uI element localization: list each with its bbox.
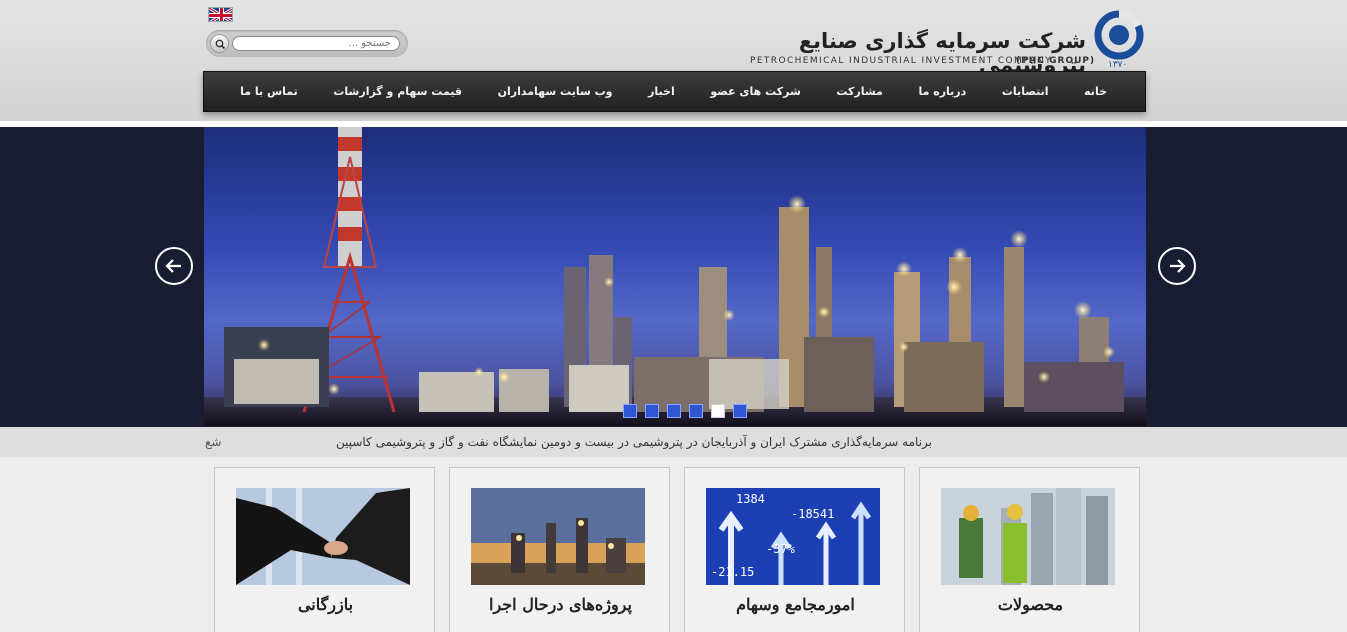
svg-text:-21.15: -21.15 xyxy=(711,565,754,579)
news-ticker: شع برنامه سرمایه‌گذاری مشترک ایران و آذر… xyxy=(0,427,1347,457)
slider-dot[interactable] xyxy=(689,404,703,418)
nav-item-stock-reports[interactable]: قیمت سهام و گزارشات xyxy=(333,85,462,98)
search-box xyxy=(206,30,408,57)
logo-year: ۱۳۷۰ xyxy=(1108,60,1128,70)
card-commerce[interactable]: بازرگانی xyxy=(214,467,435,632)
card-image xyxy=(941,488,1115,585)
card-projects[interactable]: پروژه‌های درحال اجرا xyxy=(449,467,670,632)
svg-text:1384: 1384 xyxy=(736,492,765,506)
main-nav: خانه انتصابات درباره ما مشارکت شرکت های … xyxy=(203,71,1146,112)
ticker-headline[interactable]: برنامه سرمایه‌گذاری مشترک ایران و آذربای… xyxy=(300,435,932,449)
slider-dot[interactable] xyxy=(645,404,659,418)
card-image xyxy=(236,488,410,585)
company-logo[interactable] xyxy=(1094,9,1144,60)
svg-text:-18541: -18541 xyxy=(791,507,834,521)
slider-dot[interactable] xyxy=(623,404,637,418)
brand-group: (PIIC GROUP) xyxy=(1016,56,1096,66)
slider-next-button[interactable] xyxy=(1158,247,1196,285)
card-title: محصولات xyxy=(997,595,1064,614)
slider-dots xyxy=(623,404,747,418)
nav-item-home[interactable]: خانه xyxy=(1084,85,1107,98)
nav-item-news[interactable]: اخبار xyxy=(648,85,675,98)
card-title: پروژه‌های درحال اجرا xyxy=(489,595,632,614)
ticker-edge-text[interactable]: شع xyxy=(205,435,221,449)
card-shares[interactable]: 1384 -18541 -37% -21.15 امورمجامع وسهام xyxy=(684,467,905,632)
card-image: 1384 -18541 -37% -21.15 xyxy=(706,488,880,585)
nav-item-appointments[interactable]: انتصابات xyxy=(1002,85,1049,98)
arrow-right-icon xyxy=(1170,259,1186,273)
nav-item-partnership[interactable]: مشارکت xyxy=(836,85,883,98)
slider-dot[interactable] xyxy=(667,404,681,418)
card-image xyxy=(471,488,645,585)
arrow-left-icon xyxy=(165,259,181,273)
card-title: بازرگانی xyxy=(297,595,354,614)
brand-subtitle: PETROCHEMICAL INDUSTRIAL INVESTMENT COMP… xyxy=(750,56,1053,66)
nav-item-shareholders-site[interactable]: وب سایت سهامداران xyxy=(498,85,613,98)
slider-dot[interactable] xyxy=(733,404,747,418)
slider-dot-active[interactable] xyxy=(711,404,725,418)
card-products[interactable]: محصولات xyxy=(919,467,1140,632)
search-input[interactable] xyxy=(232,36,400,51)
slider-prev-button[interactable] xyxy=(155,247,193,285)
svg-text:-37%: -37% xyxy=(766,542,796,556)
nav-item-member-companies[interactable]: شرکت های عضو xyxy=(710,85,800,98)
brand-title: شرکت سرمایه گذاری صنایع پتروشیمی xyxy=(798,29,1086,77)
nav-item-contact[interactable]: تماس با ما xyxy=(240,85,298,98)
uk-flag-icon[interactable] xyxy=(208,7,233,22)
nav-item-about[interactable]: درباره ما xyxy=(918,85,966,98)
card-title: امورمجامع وسهام xyxy=(736,595,855,614)
search-icon xyxy=(215,39,226,50)
slide-image xyxy=(204,127,1146,426)
search-button[interactable] xyxy=(210,34,229,53)
